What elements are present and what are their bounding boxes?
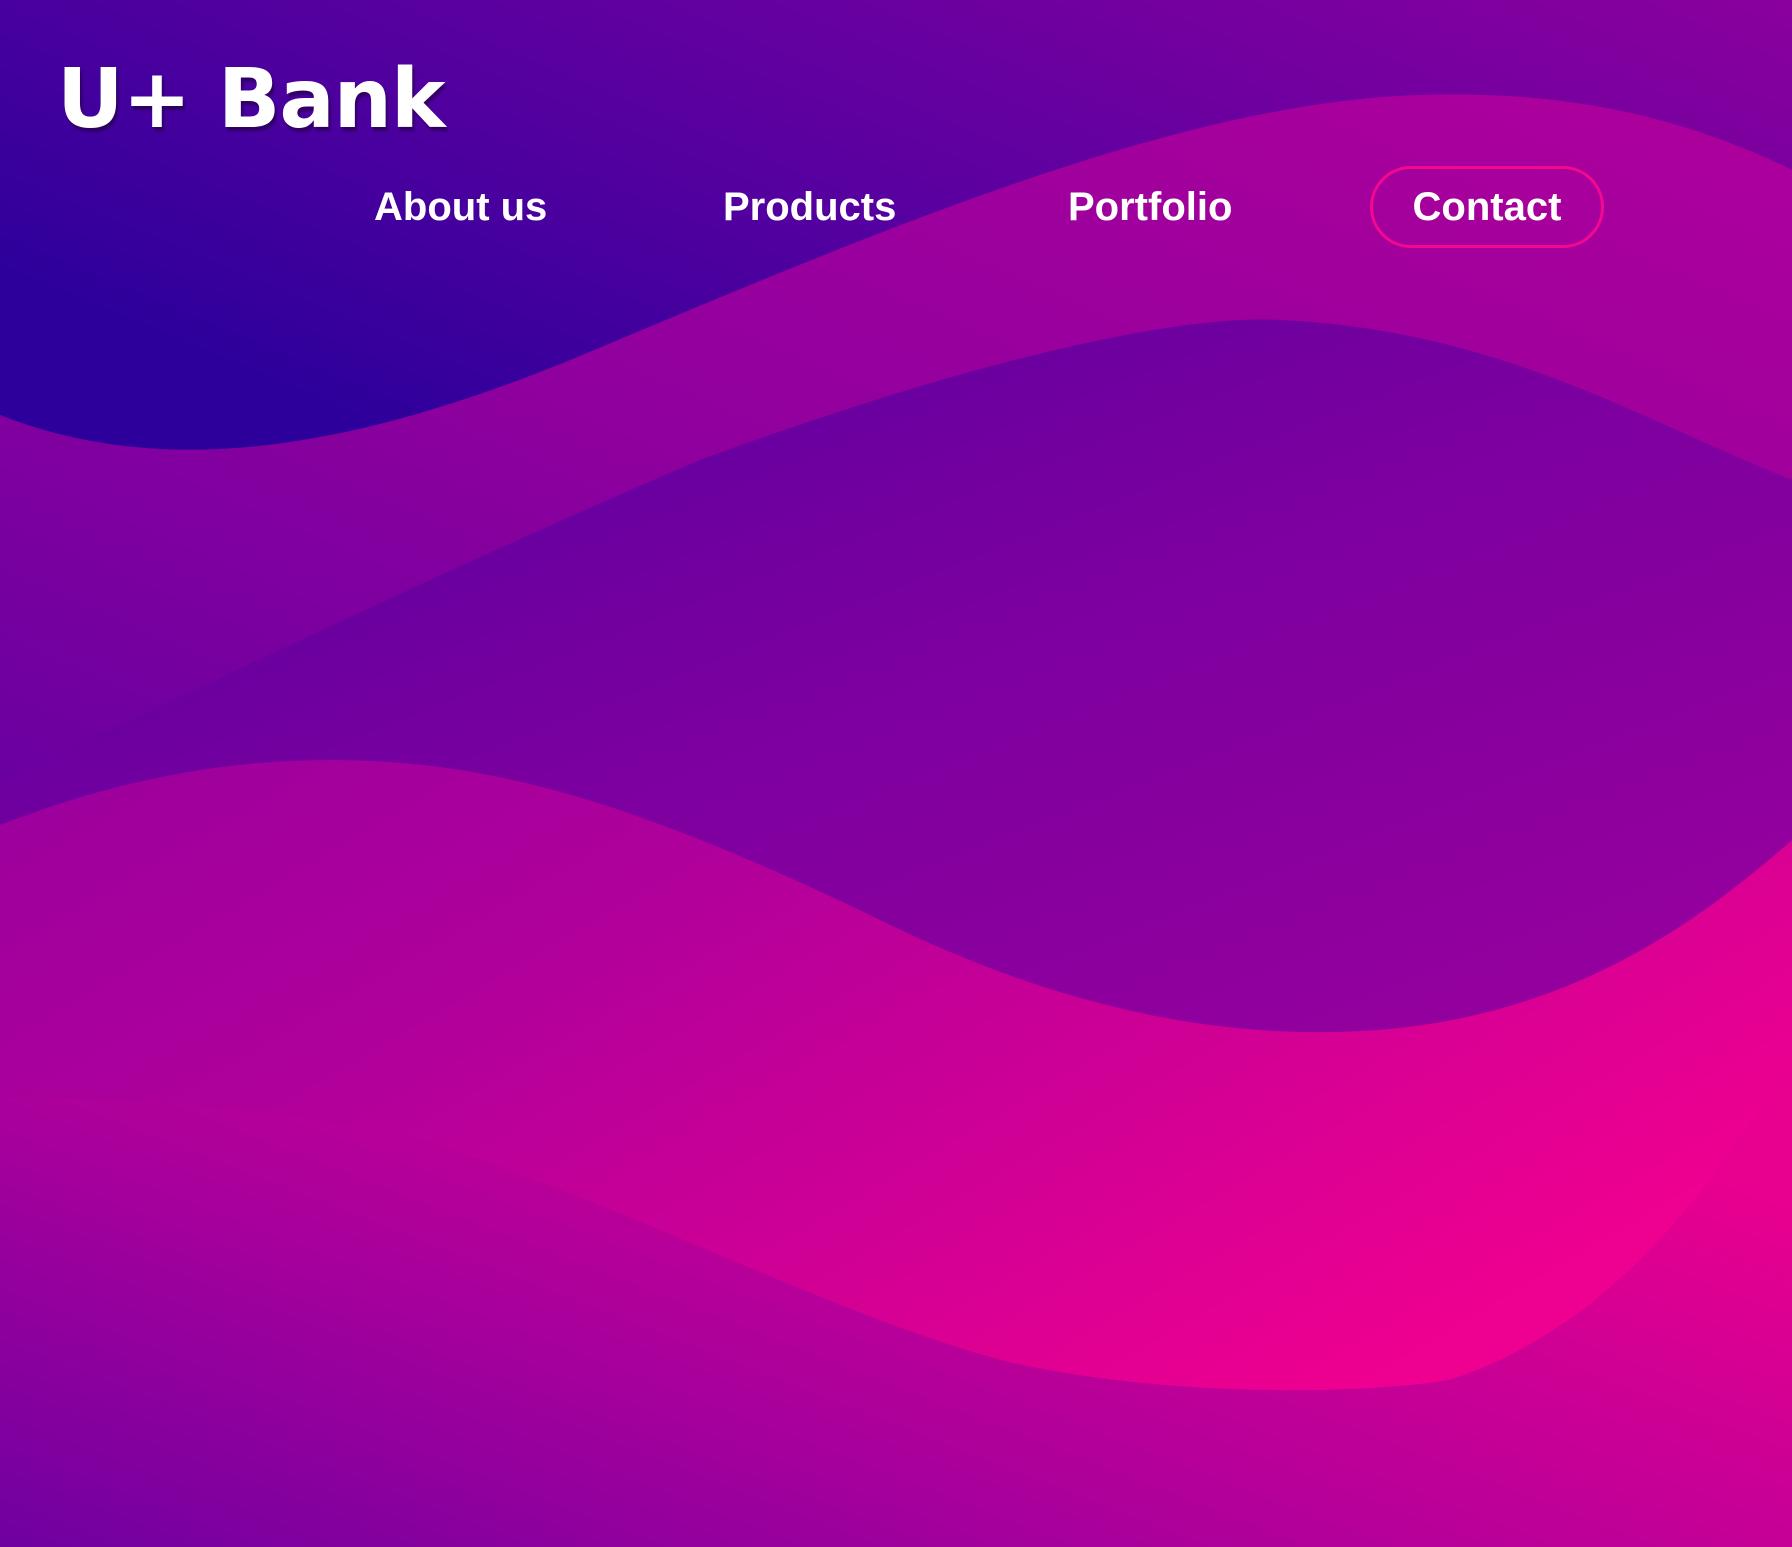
nav-item-portfolio[interactable]: Portfolio [1068, 166, 1232, 248]
brand-logo[interactable]: U+ Bank [57, 52, 446, 148]
main-nav: About us Products Portfolio Contact [0, 166, 1792, 248]
page: U+ Bank About us Products Portfolio Cont… [0, 0, 1792, 1547]
nav-item-about-us[interactable]: About us [374, 166, 547, 248]
contact-button[interactable]: Contact [1370, 166, 1604, 248]
nav-item-products[interactable]: Products [723, 166, 896, 248]
